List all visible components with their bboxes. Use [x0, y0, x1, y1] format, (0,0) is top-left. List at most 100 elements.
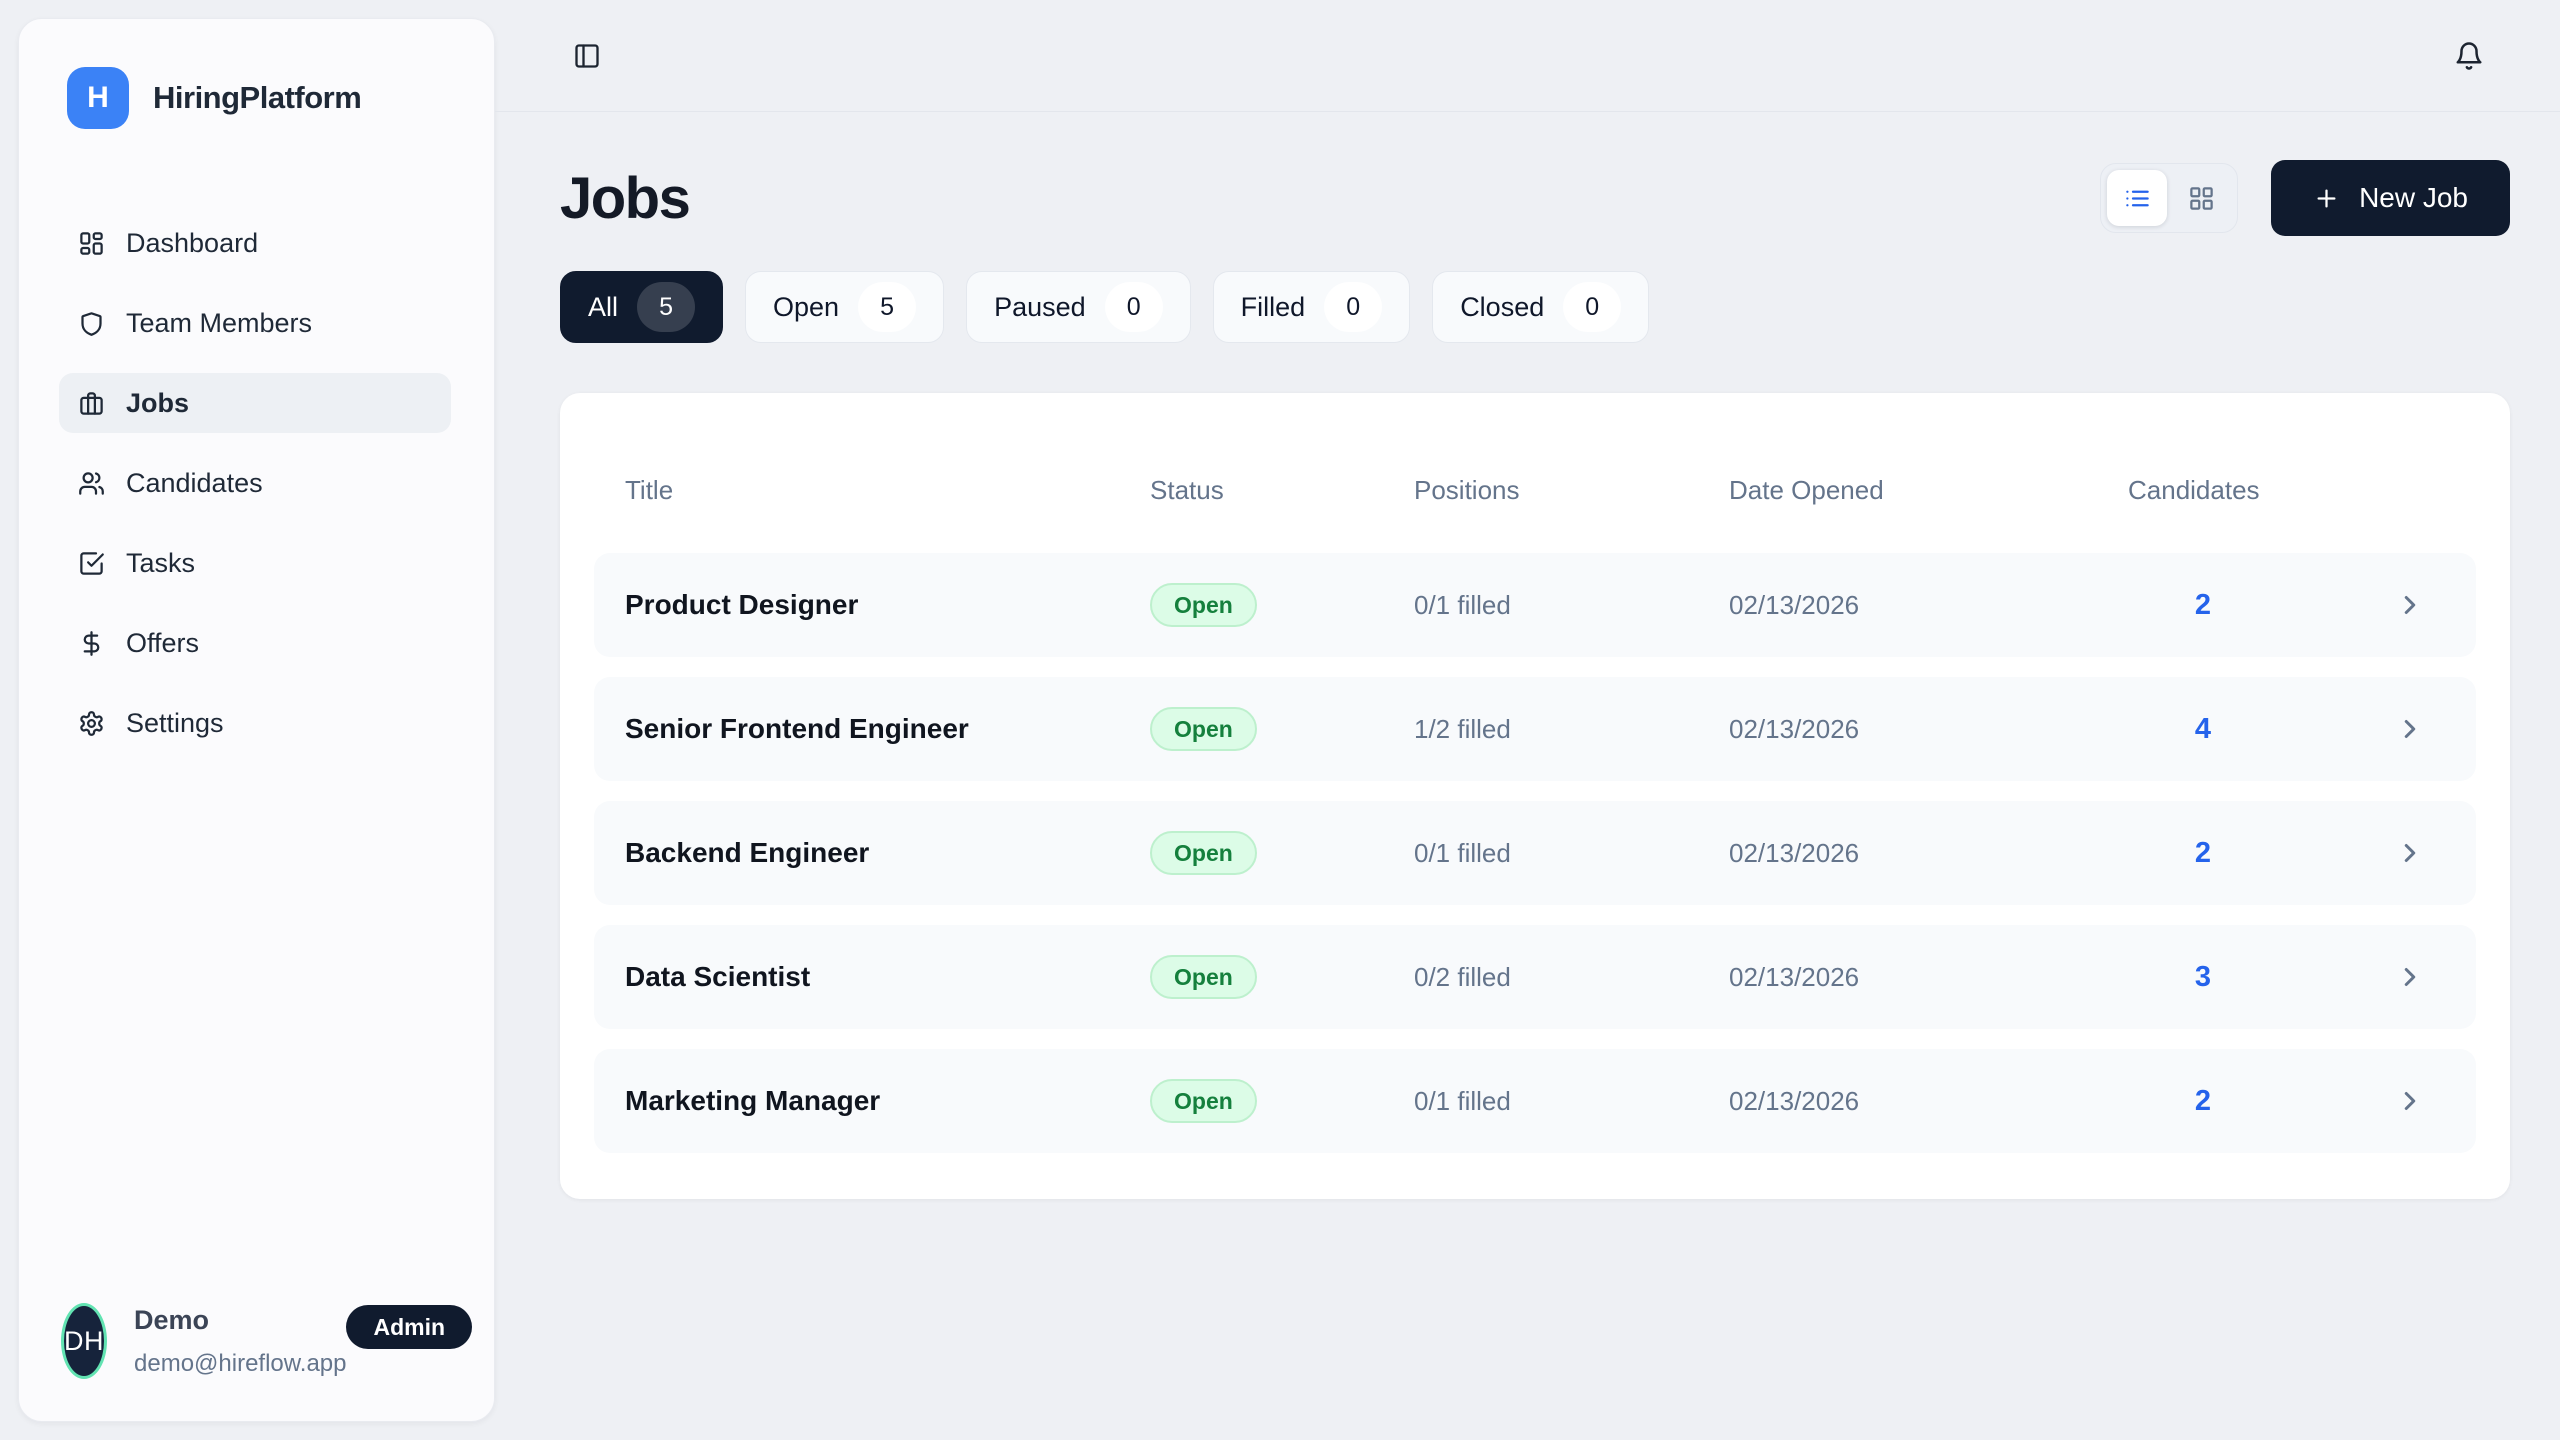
view-toggle: [2100, 163, 2238, 233]
filter-tab-4[interactable]: Closed 0: [1432, 271, 1649, 343]
filter-tab-label: Paused: [994, 292, 1086, 323]
panel-left-icon: [573, 42, 601, 70]
status-badge: Open: [1150, 583, 1257, 627]
row-chevron-button[interactable]: [2395, 962, 2476, 992]
page-title: Jobs: [560, 165, 689, 232]
status-badge: Open: [1150, 955, 1257, 999]
briefcase-icon: [78, 390, 105, 417]
chevron-right-icon: [2395, 714, 2425, 744]
plus-icon: [2313, 185, 2340, 212]
sidebar-item-2[interactable]: Jobs: [59, 373, 451, 433]
sidebar-item-label: Dashboard: [126, 228, 258, 259]
column-header-candidates: Candidates: [2128, 475, 2388, 506]
filter-tab-3[interactable]: Filled 0: [1213, 271, 1411, 343]
job-title: Backend Engineer: [594, 837, 1150, 869]
status-badge: Open: [1150, 831, 1257, 875]
row-chevron-button[interactable]: [2395, 1086, 2476, 1116]
chevron-right-icon: [2395, 1086, 2425, 1116]
user-name: Demo: [134, 1305, 346, 1336]
chevron-right-icon: [2395, 838, 2425, 868]
table-row-4[interactable]: Marketing Manager Open 0/1 filled 02/13/…: [594, 1049, 2476, 1153]
sidebar: H HiringPlatform Dashboard Team Members …: [18, 18, 495, 1422]
row-chevron-button[interactable]: [2395, 590, 2476, 620]
sidebar-item-label: Settings: [126, 708, 224, 739]
job-title: Marketing Manager: [594, 1085, 1150, 1117]
sidebar-item-label: Candidates: [126, 468, 263, 499]
candidates-count-link[interactable]: 4: [2128, 713, 2278, 746]
status-badge: Open: [1150, 1079, 1257, 1123]
user-row[interactable]: DH Demo demo@hireflow.app Admin: [61, 1303, 451, 1379]
header-actions: New Job: [2100, 160, 2510, 236]
notifications-button[interactable]: [2454, 41, 2484, 71]
job-candidates-cell: 2: [2128, 837, 2388, 870]
list-view-button[interactable]: [2107, 170, 2167, 226]
sidebar-item-0[interactable]: Dashboard: [59, 213, 451, 273]
job-status-cell: Open: [1150, 707, 1414, 751]
job-candidates-cell: 2: [2128, 1085, 2388, 1118]
job-date-opened: 02/13/2026: [1729, 590, 2128, 621]
job-title: Senior Frontend Engineer: [594, 713, 1150, 745]
table-header-row: Title Status Positions Date Opened Candi…: [594, 427, 2476, 553]
grid-view-button[interactable]: [2171, 170, 2231, 226]
row-chevron-button[interactable]: [2395, 714, 2476, 744]
column-header-status: Status: [1150, 475, 1414, 506]
sidebar-item-6[interactable]: Settings: [59, 693, 451, 753]
table-row-2[interactable]: Backend Engineer Open 0/1 filled 02/13/2…: [594, 801, 2476, 905]
filter-tab-1[interactable]: Open 5: [745, 271, 944, 343]
dashboard-icon: [78, 230, 105, 257]
filter-tabs: All 5 Open 5 Paused 0 Filled 0: [560, 271, 2510, 343]
job-candidates-cell: 2: [2128, 589, 2388, 622]
sidebar-toggle-button[interactable]: [573, 42, 601, 70]
job-candidates-cell: 3: [2128, 961, 2388, 994]
grid-icon: [2188, 185, 2215, 212]
job-status-cell: Open: [1150, 831, 1414, 875]
column-header-title: Title: [594, 475, 1150, 506]
chevron-right-icon: [2395, 590, 2425, 620]
sidebar-item-3[interactable]: Candidates: [59, 453, 451, 513]
avatar: DH: [61, 1303, 107, 1379]
candidates-count-link[interactable]: 2: [2128, 589, 2278, 622]
job-status-cell: Open: [1150, 955, 1414, 999]
sidebar-item-1[interactable]: Team Members: [59, 293, 451, 353]
filter-tab-0[interactable]: All 5: [560, 271, 723, 343]
filter-tab-count: 5: [858, 282, 916, 332]
candidates-count-link[interactable]: 3: [2128, 961, 2278, 994]
job-positions: 0/1 filled: [1414, 1086, 1729, 1117]
list-icon: [2124, 185, 2151, 212]
row-chevron-button[interactable]: [2395, 838, 2476, 868]
avatar-initials: DH: [64, 1326, 104, 1357]
sidebar-item-5[interactable]: Offers: [59, 613, 451, 673]
new-job-label: New Job: [2359, 182, 2468, 214]
sidebar-item-4[interactable]: Tasks: [59, 533, 451, 593]
new-job-button[interactable]: New Job: [2271, 160, 2510, 236]
job-title: Data Scientist: [594, 961, 1150, 993]
job-date-opened: 02/13/2026: [1729, 838, 2128, 869]
brand: H HiringPlatform: [19, 19, 494, 129]
job-candidates-cell: 4: [2128, 713, 2388, 746]
candidates-count-link[interactable]: 2: [2128, 1085, 2278, 1118]
job-date-opened: 02/13/2026: [1729, 962, 2128, 993]
page-header: Jobs New Job: [560, 160, 2510, 236]
filter-tab-2[interactable]: Paused 0: [966, 271, 1191, 343]
sidebar-item-label: Jobs: [126, 388, 189, 419]
shield-icon: [78, 310, 105, 337]
job-positions: 0/1 filled: [1414, 590, 1729, 621]
job-title: Product Designer: [594, 589, 1150, 621]
dollar-icon: [78, 630, 105, 657]
user-email: demo@hireflow.app: [134, 1350, 346, 1378]
users-icon: [78, 470, 105, 497]
filter-tab-count: 0: [1324, 282, 1382, 332]
table-row-1[interactable]: Senior Frontend Engineer Open 1/2 filled…: [594, 677, 2476, 781]
filter-tab-label: All: [588, 292, 618, 323]
status-badge: Open: [1150, 707, 1257, 751]
job-positions: 1/2 filled: [1414, 714, 1729, 745]
tasks-icon: [78, 550, 105, 577]
table-row-3[interactable]: Data Scientist Open 0/2 filled 02/13/202…: [594, 925, 2476, 1029]
brand-logo-letter: H: [87, 81, 109, 115]
filter-tab-label: Open: [773, 292, 839, 323]
sidebar-item-label: Tasks: [126, 548, 195, 579]
table-row-0[interactable]: Product Designer Open 0/1 filled 02/13/2…: [594, 553, 2476, 657]
chevron-right-icon: [2395, 962, 2425, 992]
candidates-count-link[interactable]: 2: [2128, 837, 2278, 870]
sidebar-nav: Dashboard Team Members Jobs Candidates T…: [19, 213, 494, 753]
